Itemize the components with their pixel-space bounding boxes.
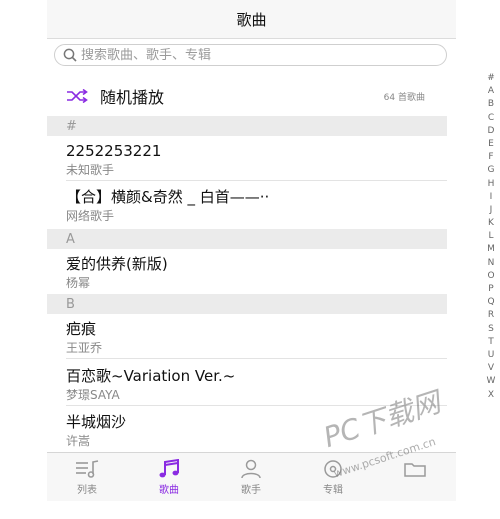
song-artist: 杨幂 bbox=[66, 276, 91, 290]
section-label: # bbox=[66, 118, 77, 134]
shuffle-icon bbox=[66, 88, 88, 104]
index-letter[interactable]: D bbox=[483, 125, 499, 138]
index-letter[interactable]: B bbox=[483, 98, 499, 111]
album-icon bbox=[324, 460, 342, 478]
index-letter[interactable]: Q bbox=[483, 296, 499, 309]
song-artist: 未知歌手 bbox=[66, 163, 115, 177]
index-letter[interactable]: I bbox=[483, 191, 499, 204]
song-title: 2252253221 bbox=[66, 142, 162, 160]
tab-songs[interactable]: 歌曲 bbox=[129, 453, 209, 501]
index-letter[interactable]: S bbox=[483, 323, 499, 336]
tab-label: 歌手 bbox=[241, 485, 261, 496]
section-label: B bbox=[66, 296, 75, 312]
tab-label: 专辑 bbox=[323, 485, 343, 496]
row-divider bbox=[66, 405, 447, 406]
song-row[interactable]: 爱的供养(新版) 杨幂 bbox=[47, 255, 447, 291]
music-note-icon bbox=[159, 459, 179, 478]
tab-label: 歌曲 bbox=[159, 485, 179, 496]
song-artist: 许嵩 bbox=[66, 434, 91, 448]
row-divider bbox=[66, 358, 447, 359]
section-header-a: A bbox=[47, 229, 447, 249]
index-letter[interactable]: H bbox=[483, 178, 499, 191]
tab-artists[interactable]: 歌手 bbox=[211, 453, 291, 501]
alphabet-index-bar[interactable]: # A B C D E F G H I J K L M N O P Q R S T U V W X bbox=[483, 72, 499, 402]
index-letter[interactable]: E bbox=[483, 138, 499, 151]
index-letter[interactable]: # bbox=[483, 72, 499, 85]
song-title: 疤痕 bbox=[66, 320, 97, 338]
song-row[interactable]: 疤痕 王亚乔 bbox=[47, 320, 447, 356]
index-letter[interactable]: K bbox=[483, 217, 499, 230]
index-letter[interactable]: J bbox=[483, 204, 499, 217]
index-letter[interactable]: T bbox=[483, 336, 499, 349]
search-bar[interactable] bbox=[54, 44, 447, 66]
song-row[interactable]: 百恋歌~Variation Ver.~ 梦璟SAYA bbox=[47, 367, 447, 403]
section-header-hash: # bbox=[47, 116, 447, 136]
list-icon bbox=[76, 460, 99, 478]
song-title: 【合】横颜&奇然 _ 白首——·· bbox=[66, 188, 270, 206]
section-label: A bbox=[66, 231, 75, 247]
index-letter[interactable]: W bbox=[483, 375, 499, 388]
index-letter[interactable]: N bbox=[483, 257, 499, 270]
index-letter[interactable]: F bbox=[483, 151, 499, 164]
song-row[interactable]: 2252253221 未知歌手 bbox=[47, 142, 447, 178]
index-letter[interactable]: G bbox=[483, 164, 499, 177]
folder-icon bbox=[404, 463, 426, 477]
index-letter[interactable]: M bbox=[483, 243, 499, 256]
person-icon bbox=[241, 459, 261, 479]
song-title: 爱的供养(新版) bbox=[66, 255, 168, 273]
song-title: 百恋歌~Variation Ver.~ bbox=[66, 367, 236, 385]
row-divider bbox=[66, 180, 447, 181]
shuffle-play-row[interactable]: 随机播放 64 首歌曲 bbox=[47, 78, 447, 114]
tab-folders[interactable] bbox=[375, 453, 455, 501]
nav-header: 歌曲 bbox=[47, 0, 456, 39]
shuffle-label: 随机播放 bbox=[100, 88, 165, 107]
song-row[interactable]: 半城烟沙 许嵩 bbox=[47, 413, 447, 449]
song-count: 64 首歌曲 bbox=[383, 93, 425, 103]
tab-label: 列表 bbox=[77, 485, 97, 496]
index-letter[interactable]: U bbox=[483, 349, 499, 362]
search-input[interactable] bbox=[81, 47, 381, 63]
index-letter[interactable]: R bbox=[483, 309, 499, 322]
search-icon bbox=[63, 48, 77, 62]
index-letter[interactable]: V bbox=[483, 362, 499, 375]
section-header-b: B bbox=[47, 294, 447, 314]
tab-albums[interactable]: 专辑 bbox=[293, 453, 373, 501]
index-letter[interactable]: O bbox=[483, 270, 499, 283]
song-artist: 网络歌手 bbox=[66, 209, 115, 223]
index-letter[interactable]: X bbox=[483, 389, 499, 402]
song-artist: 王亚乔 bbox=[66, 341, 103, 355]
index-letter[interactable]: A bbox=[483, 85, 499, 98]
page-title: 歌曲 bbox=[236, 10, 267, 29]
index-letter[interactable]: L bbox=[483, 230, 499, 243]
song-row[interactable]: 【合】横颜&奇然 _ 白首——·· 网络歌手 bbox=[47, 188, 447, 224]
song-title: 半城烟沙 bbox=[66, 413, 127, 431]
phone-screen: 歌曲 随机播放 64 首歌曲 # 2252253221 未知歌手 【合】横颜&奇… bbox=[47, 0, 495, 519]
index-letter[interactable]: P bbox=[483, 283, 499, 296]
bottom-tab-bar: 列表 歌曲 歌手 专辑 bbox=[47, 452, 456, 501]
index-letter[interactable]: C bbox=[483, 112, 499, 125]
tab-list[interactable]: 列表 bbox=[47, 453, 127, 501]
song-artist: 梦璟SAYA bbox=[66, 388, 120, 402]
